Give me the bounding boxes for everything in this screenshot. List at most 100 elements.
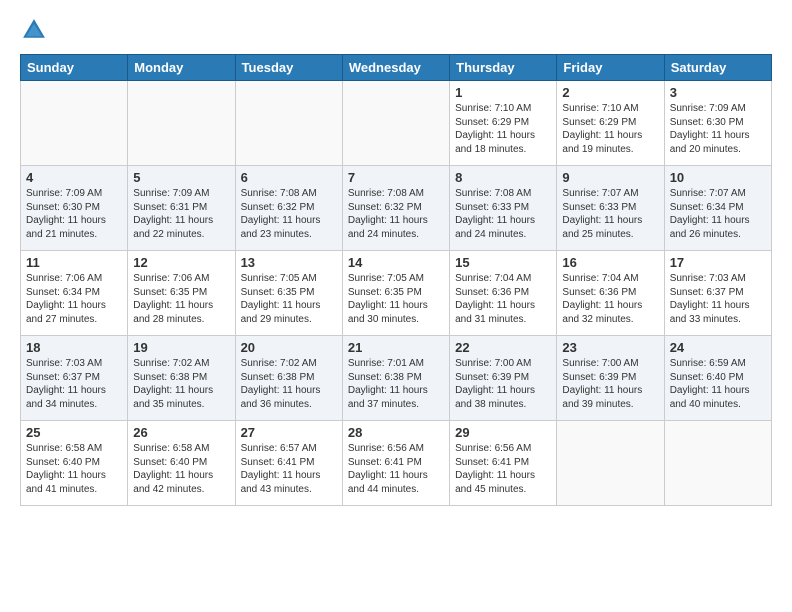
calendar-cell: 14 Sunrise: 7:05 AM Sunset: 6:35 PM Dayli… xyxy=(342,251,449,336)
cell-info: Sunrise: 7:00 AM Sunset: 6:39 PM Dayligh… xyxy=(455,357,551,411)
cell-info: Sunrise: 6:56 AM Sunset: 6:41 PM Dayligh… xyxy=(455,442,551,496)
week-row-1: 1 Sunrise: 7:10 AM Sunset: 6:29 PM Daylig… xyxy=(21,81,772,166)
calendar: SundayMondayTuesdayWednesdayThursdayFrid… xyxy=(20,54,772,506)
cell-info: Sunrise: 7:02 AM Sunset: 6:38 PM Dayligh… xyxy=(133,357,229,411)
calendar-cell xyxy=(557,421,664,506)
calendar-cell: 5 Sunrise: 7:09 AM Sunset: 6:31 PM Daylig… xyxy=(128,166,235,251)
cell-info: Sunrise: 7:10 AM Sunset: 6:29 PM Dayligh… xyxy=(562,102,658,156)
calendar-cell: 20 Sunrise: 7:02 AM Sunset: 6:38 PM Dayli… xyxy=(235,336,342,421)
calendar-cell: 3Sunrise: 7:09 AM Sunset: 6:30 PM Daylig… xyxy=(664,81,771,166)
cell-info: Sunrise: 7:04 AM Sunset: 6:36 PM Dayligh… xyxy=(562,272,658,326)
calendar-cell: 25Sunrise: 6:58 AM Sunset: 6:40 PM Dayli… xyxy=(21,421,128,506)
calendar-cell xyxy=(128,81,235,166)
cell-info: Sunrise: 7:04 AM Sunset: 6:36 PM Dayligh… xyxy=(455,272,551,326)
week-row-5: 25Sunrise: 6:58 AM Sunset: 6:40 PM Dayli… xyxy=(21,421,772,506)
calendar-cell: 8 Sunrise: 7:08 AM Sunset: 6:33 PM Daylig… xyxy=(450,166,557,251)
calendar-cell xyxy=(664,421,771,506)
week-row-4: 18 Sunrise: 7:03 AM Sunset: 6:37 PM Dayli… xyxy=(21,336,772,421)
cell-info: Sunrise: 7:00 AM Sunset: 6:39 PM Dayligh… xyxy=(562,357,658,411)
calendar-cell: 17 Sunrise: 7:03 AM Sunset: 6:37 PM Dayli… xyxy=(664,251,771,336)
calendar-cell xyxy=(21,81,128,166)
calendar-cell: 4 Sunrise: 7:09 AM Sunset: 6:30 PM Daylig… xyxy=(21,166,128,251)
logo-icon xyxy=(20,16,48,44)
day-number: 23 xyxy=(562,340,658,355)
weekday-sunday: Sunday xyxy=(21,55,128,81)
calendar-cell: 12 Sunrise: 7:06 AM Sunset: 6:35 PM Dayli… xyxy=(128,251,235,336)
cell-info: Sunrise: 7:08 AM Sunset: 6:32 PM Dayligh… xyxy=(348,187,444,241)
calendar-cell: 7Sunrise: 7:08 AM Sunset: 6:32 PM Daylig… xyxy=(342,166,449,251)
day-number: 1 xyxy=(455,85,551,100)
weekday-header-row: SundayMondayTuesdayWednesdayThursdayFrid… xyxy=(21,55,772,81)
cell-info: Sunrise: 7:06 AM Sunset: 6:35 PM Dayligh… xyxy=(133,272,229,326)
cell-info: Sunrise: 7:09 AM Sunset: 6:30 PM Dayligh… xyxy=(26,187,122,241)
cell-info: Sunrise: 7:05 AM Sunset: 6:35 PM Dayligh… xyxy=(348,272,444,326)
weekday-monday: Monday xyxy=(128,55,235,81)
cell-info: Sunrise: 6:58 AM Sunset: 6:40 PM Dayligh… xyxy=(26,442,122,496)
cell-info: Sunrise: 6:56 AM Sunset: 6:41 PM Dayligh… xyxy=(348,442,444,496)
cell-info: Sunrise: 7:03 AM Sunset: 6:37 PM Dayligh… xyxy=(26,357,122,411)
cell-info: Sunrise: 7:02 AM Sunset: 6:38 PM Dayligh… xyxy=(241,357,337,411)
cell-info: Sunrise: 6:57 AM Sunset: 6:41 PM Dayligh… xyxy=(241,442,337,496)
calendar-cell: 23 Sunrise: 7:00 AM Sunset: 6:39 PM Dayli… xyxy=(557,336,664,421)
weekday-saturday: Saturday xyxy=(664,55,771,81)
cell-info: Sunrise: 7:07 AM Sunset: 6:33 PM Dayligh… xyxy=(562,187,658,241)
calendar-cell: 10 Sunrise: 7:07 AM Sunset: 6:34 PM Dayli… xyxy=(664,166,771,251)
day-number: 14 xyxy=(348,255,444,270)
calendar-cell: 21 Sunrise: 7:01 AM Sunset: 6:38 PM Dayli… xyxy=(342,336,449,421)
day-number: 26 xyxy=(133,425,229,440)
day-number: 9 xyxy=(562,170,658,185)
weekday-thursday: Thursday xyxy=(450,55,557,81)
day-number: 13 xyxy=(241,255,337,270)
calendar-cell: 6Sunrise: 7:08 AM Sunset: 6:32 PM Daylig… xyxy=(235,166,342,251)
weekday-tuesday: Tuesday xyxy=(235,55,342,81)
day-number: 5 xyxy=(133,170,229,185)
calendar-cell: 16 Sunrise: 7:04 AM Sunset: 6:36 PM Dayli… xyxy=(557,251,664,336)
calendar-cell: 19 Sunrise: 7:02 AM Sunset: 6:38 PM Dayli… xyxy=(128,336,235,421)
day-number: 27 xyxy=(241,425,337,440)
day-number: 4 xyxy=(26,170,122,185)
calendar-cell: 1 Sunrise: 7:10 AM Sunset: 6:29 PM Daylig… xyxy=(450,81,557,166)
calendar-cell xyxy=(235,81,342,166)
day-number: 18 xyxy=(26,340,122,355)
calendar-cell: 24 Sunrise: 6:59 AM Sunset: 6:40 PM Dayli… xyxy=(664,336,771,421)
page: SundayMondayTuesdayWednesdayThursdayFrid… xyxy=(0,0,792,612)
cell-info: Sunrise: 7:08 AM Sunset: 6:33 PM Dayligh… xyxy=(455,187,551,241)
week-row-2: 4 Sunrise: 7:09 AM Sunset: 6:30 PM Daylig… xyxy=(21,166,772,251)
day-number: 22 xyxy=(455,340,551,355)
calendar-cell: 11 Sunrise: 7:06 AM Sunset: 6:34 PM Dayli… xyxy=(21,251,128,336)
cell-info: Sunrise: 7:09 AM Sunset: 6:31 PM Dayligh… xyxy=(133,187,229,241)
calendar-cell xyxy=(342,81,449,166)
calendar-cell: 13 Sunrise: 7:05 AM Sunset: 6:35 PM Dayli… xyxy=(235,251,342,336)
day-number: 19 xyxy=(133,340,229,355)
day-number: 11 xyxy=(26,255,122,270)
cell-info: Sunrise: 7:03 AM Sunset: 6:37 PM Dayligh… xyxy=(670,272,766,326)
cell-info: Sunrise: 7:07 AM Sunset: 6:34 PM Dayligh… xyxy=(670,187,766,241)
calendar-cell: 9 Sunrise: 7:07 AM Sunset: 6:33 PM Daylig… xyxy=(557,166,664,251)
calendar-cell: 26 Sunrise: 6:58 AM Sunset: 6:40 PM Dayli… xyxy=(128,421,235,506)
day-number: 15 xyxy=(455,255,551,270)
day-number: 3 xyxy=(670,85,766,100)
cell-info: Sunrise: 6:58 AM Sunset: 6:40 PM Dayligh… xyxy=(133,442,229,496)
calendar-cell: 29Sunrise: 6:56 AM Sunset: 6:41 PM Dayli… xyxy=(450,421,557,506)
cell-info: Sunrise: 7:01 AM Sunset: 6:38 PM Dayligh… xyxy=(348,357,444,411)
weekday-friday: Friday xyxy=(557,55,664,81)
day-number: 12 xyxy=(133,255,229,270)
calendar-cell: 28 Sunrise: 6:56 AM Sunset: 6:41 PM Dayli… xyxy=(342,421,449,506)
day-number: 10 xyxy=(670,170,766,185)
day-number: 2 xyxy=(562,85,658,100)
cell-info: Sunrise: 7:06 AM Sunset: 6:34 PM Dayligh… xyxy=(26,272,122,326)
cell-info: Sunrise: 6:59 AM Sunset: 6:40 PM Dayligh… xyxy=(670,357,766,411)
day-number: 20 xyxy=(241,340,337,355)
day-number: 8 xyxy=(455,170,551,185)
cell-info: Sunrise: 7:05 AM Sunset: 6:35 PM Dayligh… xyxy=(241,272,337,326)
day-number: 24 xyxy=(670,340,766,355)
week-row-3: 11 Sunrise: 7:06 AM Sunset: 6:34 PM Dayli… xyxy=(21,251,772,336)
calendar-cell: 22 Sunrise: 7:00 AM Sunset: 6:39 PM Dayli… xyxy=(450,336,557,421)
cell-info: Sunrise: 7:10 AM Sunset: 6:29 PM Dayligh… xyxy=(455,102,551,156)
logo xyxy=(20,16,52,44)
day-number: 17 xyxy=(670,255,766,270)
calendar-cell: 2 Sunrise: 7:10 AM Sunset: 6:29 PM Daylig… xyxy=(557,81,664,166)
day-number: 16 xyxy=(562,255,658,270)
day-number: 28 xyxy=(348,425,444,440)
day-number: 21 xyxy=(348,340,444,355)
